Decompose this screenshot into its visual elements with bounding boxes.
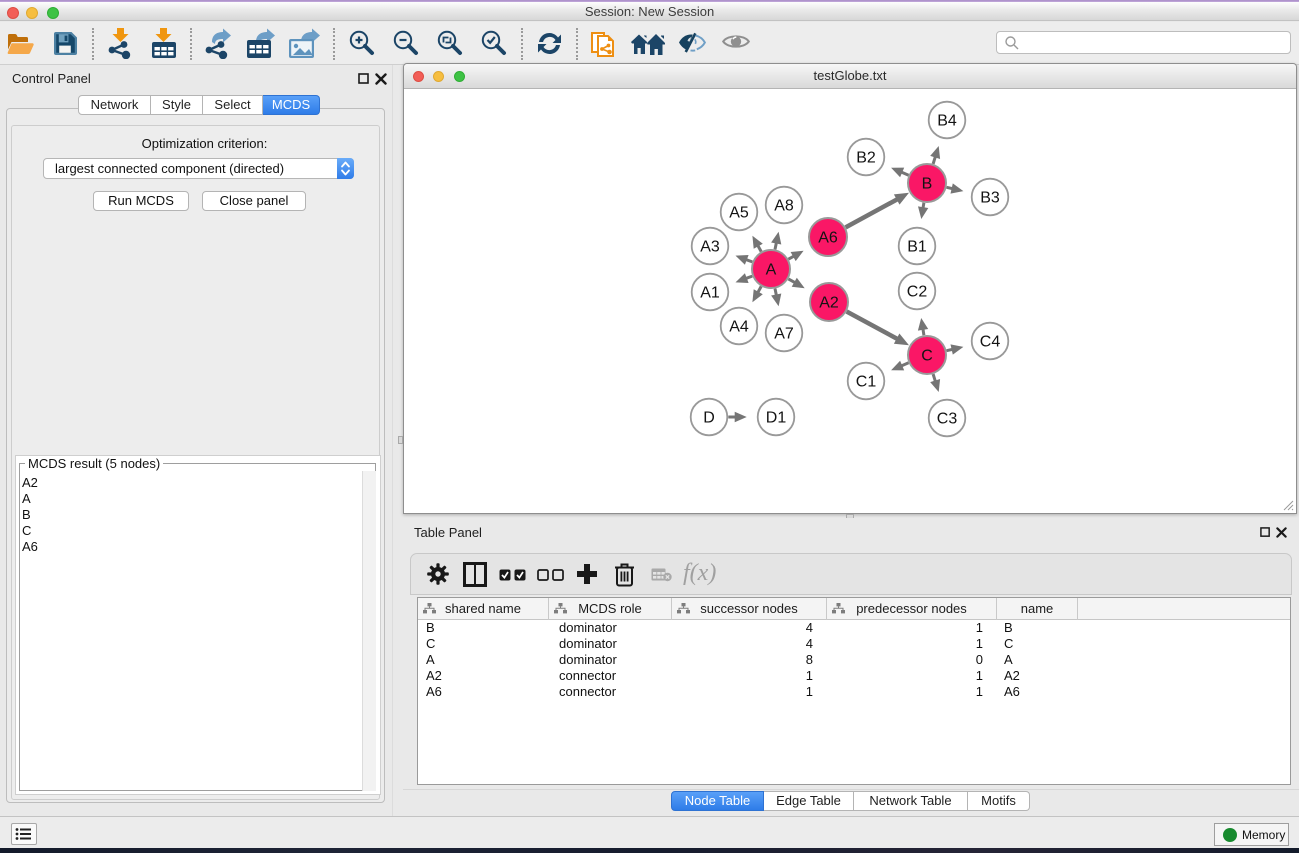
svg-text:B3: B3 (980, 190, 1000, 207)
svg-text:A4: A4 (729, 319, 749, 336)
svg-text:C2: C2 (907, 284, 928, 301)
svg-text:A6: A6 (818, 230, 838, 247)
svg-text:B1: B1 (907, 239, 927, 256)
svg-text:C3: C3 (937, 411, 958, 428)
svg-text:C4: C4 (980, 334, 1001, 351)
svg-text:A3: A3 (700, 239, 720, 256)
svg-text:D1: D1 (766, 410, 787, 427)
svg-text:B4: B4 (937, 113, 957, 130)
svg-text:A8: A8 (774, 198, 794, 215)
svg-text:A: A (766, 262, 777, 279)
svg-text:B2: B2 (856, 150, 876, 167)
svg-text:A1: A1 (700, 285, 720, 302)
svg-text:D: D (703, 410, 715, 427)
svg-text:B: B (922, 176, 933, 193)
svg-text:C: C (921, 348, 933, 365)
svg-text:A7: A7 (774, 326, 794, 343)
svg-text:C1: C1 (856, 374, 877, 391)
svg-text:A2: A2 (819, 295, 839, 312)
svg-text:A5: A5 (729, 205, 749, 222)
